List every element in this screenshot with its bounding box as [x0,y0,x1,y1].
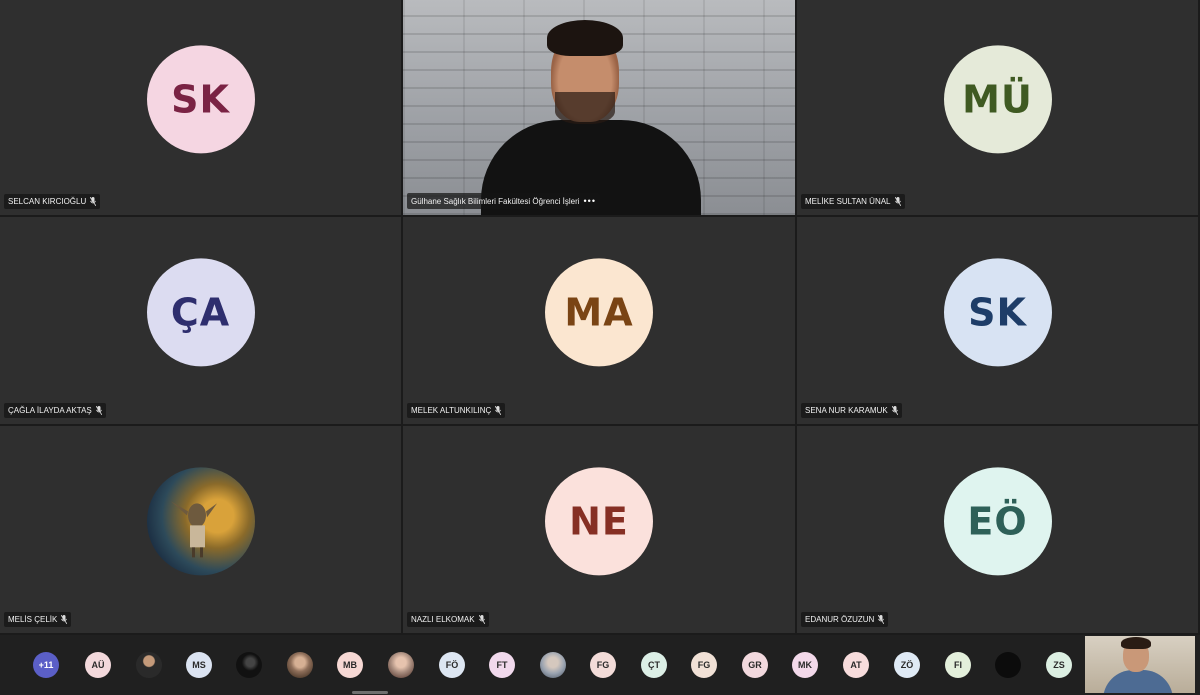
avatar: SK [146,44,255,153]
participant-name: SELCAN KIRCIOĞLU [8,197,87,206]
participant-chip[interactable]: FG [691,652,717,678]
scrollbar-thumb[interactable] [352,691,388,694]
participant-grid: SK SELCAN KIRCIOĞLU Gülhane Sağlık Bilim… [0,0,1200,635]
participant-tile-video[interactable]: Gülhane Sağlık Bilimleri Fakültesi Öğren… [403,0,797,217]
participant-tile[interactable]: EÖ EDANUR ÖZUZUN [797,426,1200,635]
participant-tile[interactable]: NE NAZLI ELKOMAK [403,426,797,635]
participant-nameplate: MELİS ÇELİK [4,612,72,627]
participant-chip[interactable]: MK [792,652,818,678]
participant-name: MELİS ÇELİK [8,615,58,624]
participant-chip[interactable]: GR [742,652,768,678]
avatar: MÜ [943,44,1052,153]
participant-chip[interactable]: AT [843,652,869,678]
participant-name: ÇAĞLA İLAYDA AKTAŞ [8,406,92,415]
more-options-icon[interactable]: ••• [584,196,596,206]
participant-nameplate: Gülhane Sağlık Bilimleri Fakültesi Öğren… [407,193,600,209]
participant-chip[interactable]: MS [186,652,212,678]
participant-nameplate: SELCAN KIRCIOĞLU [4,194,101,209]
video-person-beard [555,92,615,124]
participant-nameplate: EDANUR ÖZUZUN [801,612,889,627]
microphone-muted-icon [894,197,901,206]
avatar: SK [943,257,1052,366]
microphone-muted-icon [878,615,885,624]
microphone-muted-icon [478,615,485,624]
participant-chip-photo[interactable] [136,652,162,678]
participant-chip-photo[interactable] [995,652,1021,678]
participant-chip[interactable]: FG [590,652,616,678]
participant-name: Gülhane Sağlık Bilimleri Fakültesi Öğren… [411,196,580,206]
avatar: MA [545,257,653,366]
self-view-video[interactable] [1085,636,1195,693]
participant-chip-photo[interactable] [287,652,313,678]
participant-chip[interactable]: ÇT [641,652,667,678]
participant-chip-photo[interactable] [388,652,414,678]
participant-chip[interactable]: FI [945,652,971,678]
participant-chip[interactable]: MB [337,652,363,678]
participant-nameplate: SENA NUR KARAMUK [801,403,902,418]
microphone-muted-icon [95,406,102,415]
participant-name: NAZLI ELKOMAK [411,615,475,624]
overflow-participants-button[interactable]: +11 [33,652,59,678]
self-view-person-hair [1121,637,1151,649]
participant-chip[interactable]: AÜ [85,652,111,678]
self-view-person-body [1103,670,1173,693]
microphone-muted-icon [90,197,97,206]
participant-tile[interactable]: SK SENA NUR KARAMUK [797,217,1200,426]
participant-chip[interactable]: FÖ [439,652,465,678]
participant-chip[interactable]: FT [489,652,515,678]
participant-tile[interactable]: MÜ MELİKE SULTAN ÜNAL [797,0,1200,217]
participant-tile[interactable]: MELİS ÇELİK [0,426,403,635]
participant-name: SENA NUR KARAMUK [805,406,888,415]
participant-tile[interactable]: ÇA ÇAĞLA İLAYDA AKTAŞ [0,217,403,426]
avatar: NE [545,466,653,575]
creature-photo-icon [170,500,217,557]
microphone-muted-icon [61,615,68,624]
avatar: EÖ [943,466,1052,575]
participant-nameplate: ÇAĞLA İLAYDA AKTAŞ [4,403,106,418]
participant-chip-photo[interactable] [540,652,566,678]
participant-chip-photo[interactable] [236,652,262,678]
participant-name: EDANUR ÖZUZUN [805,615,875,624]
avatar: ÇA [146,257,255,366]
microphone-muted-icon [495,406,502,415]
participant-nameplate: NAZLI ELKOMAK [407,612,489,627]
avatar-photo [146,466,255,575]
participant-nameplate: MELEK ALTUNKILINÇ [407,403,506,418]
participant-nameplate: MELİKE SULTAN ÜNAL [801,194,905,209]
participant-chip[interactable]: ZÖ [894,652,920,678]
participant-name: MELEK ALTUNKILINÇ [411,406,492,415]
video-person-hair [547,20,623,56]
participant-tile[interactable]: SK SELCAN KIRCIOĞLU [0,0,403,217]
participant-name: MELİKE SULTAN ÜNAL [805,197,891,206]
participant-tile[interactable]: MA MELEK ALTUNKILINÇ [403,217,797,426]
microphone-muted-icon [891,406,898,415]
participant-chip[interactable]: ZS [1046,652,1072,678]
